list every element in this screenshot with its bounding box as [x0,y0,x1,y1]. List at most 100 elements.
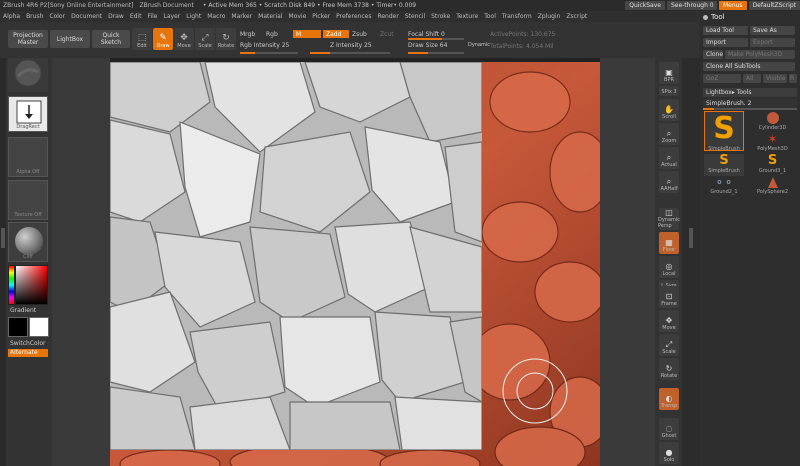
menu-file[interactable]: File [144,13,160,20]
frame-button[interactable]: ⊡ Frame [659,286,679,308]
default-zscript-button[interactable]: DefaultZScript [748,1,800,10]
zadd-toggle[interactable]: Zadd [323,30,349,38]
spix-button[interactable]: SPix 3 [659,86,679,96]
menu-transform[interactable]: Transform [499,13,535,20]
color-square-icon [8,265,48,305]
texture-thumbnail[interactable]: Texture Off [8,180,48,220]
r-button[interactable]: R [789,74,797,83]
document-canvas[interactable] [110,58,600,466]
zsub-toggle[interactable]: Zsub [352,31,367,38]
menu-brush[interactable]: Brush [23,13,46,20]
menu-macro[interactable]: Macro [204,13,228,20]
goz-button[interactable]: GoZ [703,74,741,83]
switchcolor-button[interactable]: SwitchColor [10,340,46,347]
menu-picker[interactable]: Picker [309,13,333,20]
stroke-thumbnail[interactable]: DragRect [8,96,48,132]
scale-view-button[interactable]: ⤢ Scale [659,334,679,356]
draw-mode-button[interactable]: ✎ Draw [153,28,173,50]
menu-movie[interactable]: Movie [286,13,310,20]
actual-button[interactable]: ⌕ Actual [659,147,679,169]
load-tool-button[interactable]: Load Tool [703,26,748,35]
tool-thumb-ground2[interactable]: ⚬⚬ Ground2_1 [704,176,744,198]
clone-button[interactable]: Clone [703,50,723,59]
export-button[interactable]: Export [750,38,795,47]
material-thumbnail[interactable]: Cliff [8,222,48,262]
tool-thumb-ground3[interactable]: S Ground3_1 [750,154,795,176]
menu-light[interactable]: Light [183,13,204,20]
menu-preferences[interactable]: Preferences [333,13,374,20]
move-view-button[interactable]: ✥ Move [659,310,679,332]
scale-mode-button[interactable]: ⤢ Scale [195,28,215,50]
tool-thumb-simplebrush[interactable]: S SimpleBrush [704,154,744,176]
menu-zplugin[interactable]: Zplugin [535,13,564,20]
solo-button[interactable]: ● Solo [659,442,679,464]
menu-marker[interactable]: Marker [228,13,255,20]
menus-button[interactable]: Menus [718,1,747,10]
tool-thumb-polysphere2[interactable]: PolySphere2 [750,176,795,198]
menu-document[interactable]: Document [68,13,105,20]
see-through-slider[interactable]: See-through 0 [666,1,717,10]
mrgb-toggle[interactable]: Mrgb [240,31,255,38]
main-color-swatch[interactable] [8,317,28,337]
transp-button[interactable]: ◐ Transp [659,388,679,410]
alpha-thumbnail[interactable]: Alpha Off [8,137,48,177]
tool-palette-header[interactable]: Tool [700,11,800,23]
visible-button[interactable]: Visible [763,74,787,83]
lightbox-button[interactable]: LightBox [50,30,90,48]
scroll-button[interactable]: ✋ Scroll [659,99,679,121]
quick-sketch-button[interactable]: Quick Sketch [92,30,130,48]
menu-texture[interactable]: Texture [453,13,481,20]
menu-layer[interactable]: Layer [161,13,184,20]
m-toggle[interactable]: M [293,30,321,38]
z-intensity-slider[interactable] [310,52,390,54]
menu-draw[interactable]: Draw [105,13,127,20]
move-mode-button[interactable]: ✥ Move [174,28,194,50]
palette-dock-icon[interactable] [703,14,708,20]
tool-thumb-simplebrush-large[interactable]: S SimpleBrush [704,111,744,152]
rgb-toggle[interactable]: Rgb [266,31,278,38]
draw-size-slider[interactable] [408,52,464,54]
menu-tool[interactable]: Tool [481,13,499,20]
menu-stencil[interactable]: Stencil [402,13,428,20]
save-as-button[interactable]: Save As [750,26,795,35]
focal-shift-slider[interactable] [408,38,464,40]
dynamic-toggle[interactable]: Dynamic [468,42,490,48]
alternate-button[interactable]: Alternate [8,349,48,357]
all-button[interactable]: All [743,74,761,83]
menu-zscript[interactable]: Zscript [563,13,590,20]
rotate-view-button[interactable]: ↻ Rotate [659,358,679,380]
menu-material[interactable]: Material [255,13,285,20]
brush-thumbnail[interactable] [8,58,48,92]
left-tray-divider[interactable] [0,58,6,466]
menu-color[interactable]: Color [46,13,68,20]
clone-all-subtools-button[interactable]: Clone All SubTools [703,62,795,71]
rotate-mode-button[interactable]: ↻ Rotate [216,28,236,50]
ghost-button[interactable]: ◌ Ghost [659,418,679,440]
edit-mode-button[interactable]: ⬚ Edit [132,28,152,50]
make-polymesh-button[interactable]: Make PolyMesh3D [725,50,795,59]
menu-edit[interactable]: Edit [127,13,145,20]
menu-alpha[interactable]: Alpha [0,13,23,20]
projection-master-button[interactable]: Projection Master [8,30,48,48]
rgb-intensity-slider[interactable] [240,52,298,54]
tool-thumb-cylinder3d[interactable]: Cylinder3D [750,111,795,133]
aahalf-button[interactable]: ⌕ AAHalf [659,171,679,193]
quicksave-button[interactable]: QuickSave [625,1,665,10]
floor-button[interactable]: ▦ Floor [659,232,679,254]
document-grey-rocks[interactable] [110,62,482,450]
persp-button[interactable]: ◫ Dynamic Persp [658,208,680,230]
current-tool-slider[interactable]: SimpleBrush. 2 [703,99,797,108]
import-button[interactable]: Import [703,38,748,47]
menu-render[interactable]: Render [374,13,401,20]
local-button[interactable]: ◎ Local [659,256,679,278]
tool-thumb-polymesh3d[interactable]: ✶ PolyMesh3D [750,133,795,155]
bpr-button[interactable]: ▣ BPR [659,62,679,84]
menu-stroke[interactable]: Stroke [428,13,453,20]
lightbox-tools-button[interactable]: Lightbox▸ Tools [703,88,797,97]
zoom-button[interactable]: ⌕ Zoom [659,123,679,145]
secondary-color-swatch[interactable] [29,317,49,337]
zcut-toggle[interactable]: Zcut [380,31,394,38]
color-picker[interactable] [8,265,48,305]
right-tray-divider[interactable] [682,58,700,466]
gradient-label[interactable]: Gradient [10,307,36,314]
